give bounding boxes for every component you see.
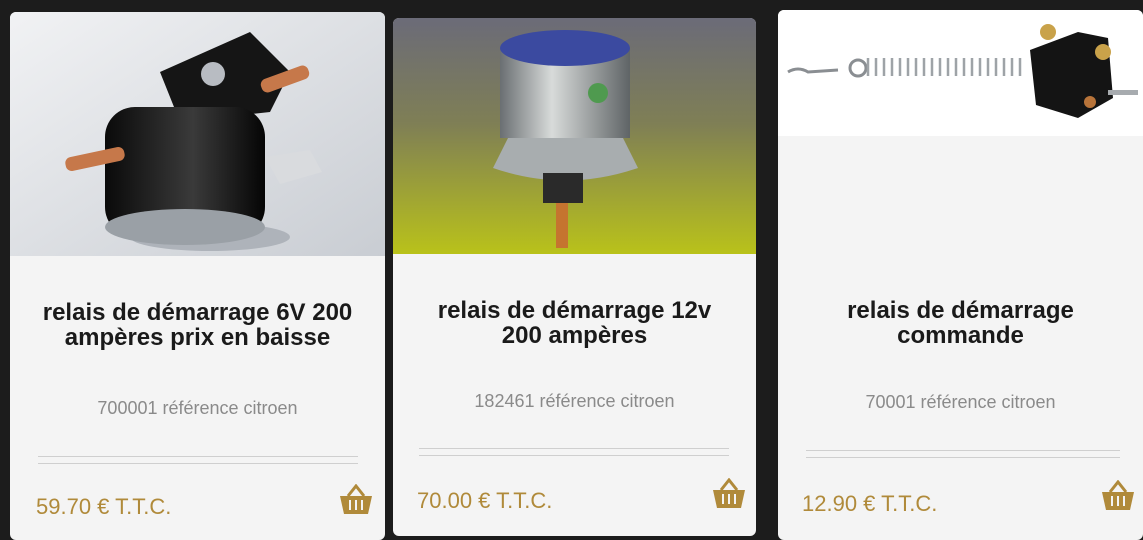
product-title-line[interactable]: ampères prix en baisse [65,324,330,351]
product-price: 59.70 € T.T.C. [36,494,172,519]
basket-icon[interactable] [1100,480,1136,512]
product-card-2[interactable]: relais de démarrage 12v 200 ampères 1824… [393,18,756,536]
starter-relay-6v-photo[interactable] [10,12,385,256]
product-reference: 70001 référence citroen [865,392,1056,412]
divider [38,456,358,464]
product-price: 70.00 € T.T.C. [417,488,553,513]
basket-icon[interactable] [338,484,374,516]
divider [806,450,1120,458]
product-reference: 700001 référence citroen [97,398,298,418]
basket-icon[interactable] [711,478,747,510]
starter-relay-command-photo[interactable] [778,10,1143,136]
product-reference: 182461 référence citroen [474,391,675,411]
product-card-3[interactable]: relais de démarrage commande 70001 référ… [778,10,1143,540]
product-title-line[interactable]: relais de démarrage 6V 200 [43,299,353,326]
product-card-1[interactable]: relais de démarrage 6V 200 ampères prix … [10,12,385,540]
product-title[interactable]: relais de démarrage 12v 200 ampères [393,298,756,348]
product-price: 12.90 € T.T.C. [802,491,938,516]
product-title[interactable]: relais de démarrage 6V 200 ampères prix … [10,300,385,350]
divider [419,448,729,456]
product-title-line[interactable]: relais de démarrage 12v [438,297,712,324]
product-title[interactable]: relais de démarrage commande [778,298,1143,348]
product-title-line[interactable]: relais de démarrage [847,297,1074,324]
product-title-line[interactable]: 200 ampères [502,322,647,349]
starter-relay-12v-photo[interactable] [393,18,756,254]
product-title-line[interactable]: commande [897,322,1024,349]
